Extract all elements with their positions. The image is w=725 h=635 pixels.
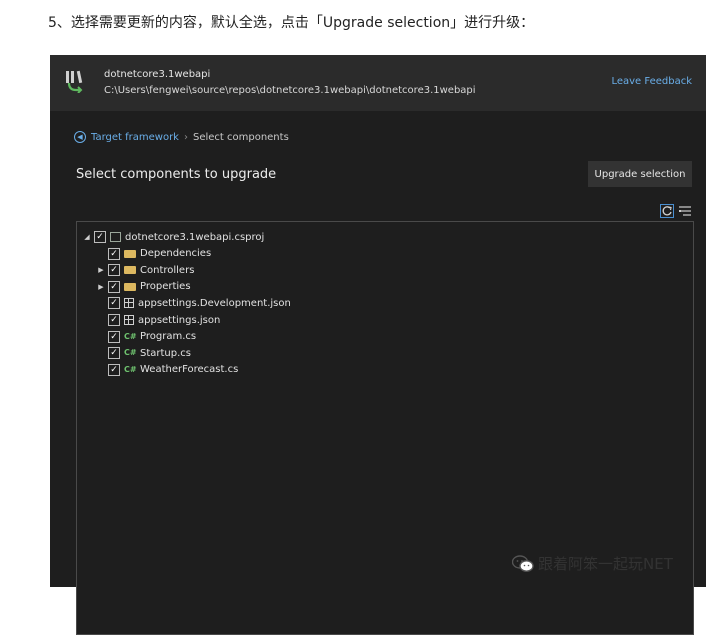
csharp-file-icon: C# [124,348,137,358]
main-panel: ◀ Target framework › Select components S… [50,111,706,635]
csharp-file-icon: C# [124,331,137,341]
csharp-file-icon: C# [124,364,137,374]
tree-item-label: appsettings.Development.json [138,297,291,309]
collapsed-arrow-icon[interactable]: ▶ [97,266,105,274]
tree-item-label: Controllers [140,264,195,276]
tree-item-label: Startup.cs [140,347,192,359]
breadcrumb-separator: › [183,131,188,143]
breadcrumb-target-framework[interactable]: Target framework [91,132,179,143]
tree-row[interactable]: ▶ ✓ Properties [97,280,191,294]
checkbox[interactable]: ✓ [94,231,106,243]
page-title: Select components to upgrade [76,167,277,182]
watermark-text: 跟着阿笨一起玩NET [538,555,673,573]
tree-item-label: Dependencies [140,248,212,260]
refresh-icon[interactable] [660,204,674,218]
filter-options-icon[interactable] [678,204,692,218]
tree-item-label: WeatherForecast.cs [140,364,239,376]
json-file-icon [124,315,134,325]
checkbox[interactable]: ✓ [108,280,120,293]
checkbox[interactable]: ✓ [108,330,120,343]
collapsed-arrow-icon[interactable]: ▶ [97,283,105,291]
folder-icon [124,249,136,258]
window-header: dotnetcore3.1webapi C:\Users\fengwei\sou… [50,55,706,111]
checkbox[interactable]: ✓ [108,247,120,260]
tree-row[interactable]: ◢ ✓ dotnetcore3.1webapi.csproj [83,230,264,244]
checkbox[interactable]: ✓ [108,314,120,326]
tree-item-label: appsettings.json [138,314,221,326]
expanded-arrow-icon[interactable]: ◢ [83,233,91,241]
project-path: C:\Users\fengwei\source\repos\dotnetcore… [104,85,476,96]
checkbox[interactable]: ✓ [108,363,120,376]
leave-feedback-link[interactable]: Leave Feedback [611,76,692,87]
watermark: 跟着阿笨一起玩NET [512,553,673,574]
folder-icon [124,266,136,275]
upgrade-assistant-logo-icon [66,70,83,93]
tree-row[interactable]: ✓ C# WeatherForecast.cs [97,363,238,377]
tree-row[interactable]: ✓ C# Startup.cs [97,346,191,360]
tree-item-label: Program.cs [140,331,197,343]
tree-row[interactable]: ✓ Dependencies [97,247,211,261]
tree-row[interactable]: ✓ appsettings.Development.json [97,296,291,310]
checkbox[interactable]: ✓ [108,347,120,360]
project-name: dotnetcore3.1webapi [104,69,211,80]
tree-row[interactable]: ▶ ✓ Controllers [97,263,194,277]
upgrade-assistant-window: dotnetcore3.1webapi C:\Users\fengwei\sou… [50,55,706,635]
wechat-icon [512,554,534,572]
checkbox[interactable]: ✓ [108,297,120,310]
back-icon[interactable]: ◀ [74,131,86,143]
breadcrumb: ◀ Target framework › Select components [74,131,289,143]
json-file-icon [124,298,134,309]
tree-item-label: dotnetcore3.1webapi.csproj [125,231,265,243]
folder-icon [124,282,136,291]
project-icon [110,232,121,242]
tree-item-label: Properties [140,281,191,293]
upgrade-selection-button[interactable]: Upgrade selection [588,161,692,187]
tree-row[interactable]: ✓ appsettings.json [97,313,220,327]
checkbox[interactable]: ✓ [108,264,120,277]
breadcrumb-current: Select components [192,131,289,143]
tree-row[interactable]: ✓ C# Program.cs [97,330,196,344]
article-caption: 5、选择需要更新的内容，默认全选，点击「Upgrade selection」进行… [48,15,535,31]
